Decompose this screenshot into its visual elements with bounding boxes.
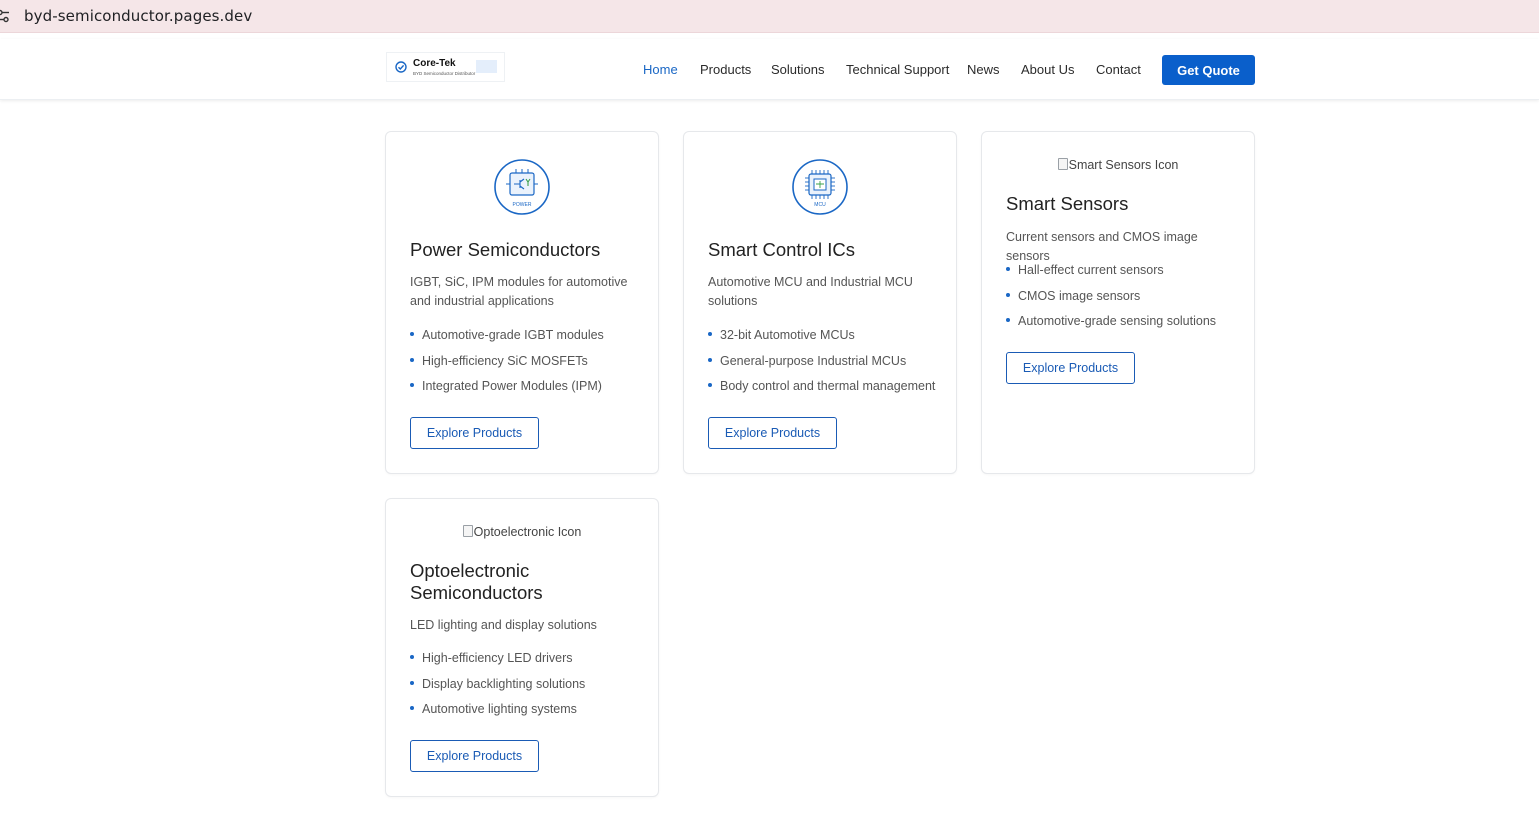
bullet-icon (410, 357, 414, 362)
bullet-icon (708, 357, 712, 362)
list-item: Automotive-grade sensing solutions (1006, 313, 1240, 339)
list-item: Automotive lighting systems (410, 701, 644, 727)
site-logo[interactable]: Core-Tek BYD Semiconductor Distributor (386, 52, 505, 82)
power-icon-caption: POWER (513, 202, 532, 208)
logo-placeholder-block (476, 60, 497, 73)
bullet-icon (410, 383, 414, 387)
nav-technical-support[interactable]: Technical Support (846, 62, 949, 77)
list-item: High-efficiency LED drivers (410, 650, 644, 676)
site-header: Core-Tek BYD Semiconductor Distributor H… (0, 39, 1539, 100)
broken-image-icon (462, 525, 473, 537)
tune-icon[interactable] (0, 9, 9, 23)
logo-subtitle: BYD Semiconductor Distributor (413, 71, 476, 76)
card-title: Smart Sensors (1006, 193, 1129, 214)
url-text[interactable]: byd-semiconductor.pages.dev (24, 7, 252, 25)
smart-sensors-broken-image-icon: Smart Sensors Icon (982, 158, 1254, 172)
bullet-icon (1006, 267, 1010, 271)
bullet-icon (1006, 292, 1010, 297)
explore-products-button[interactable]: Explore Products (410, 417, 539, 449)
bullet-icon (410, 706, 414, 710)
feature-list: Automotive-grade IGBT modules High-effic… (410, 327, 644, 404)
nav-news[interactable]: News (967, 62, 1000, 77)
list-item: General-purpose Industrial MCUs (708, 353, 942, 379)
card-title: Power Semiconductors (410, 239, 601, 260)
nav-contact[interactable]: Contact (1096, 62, 1141, 77)
explore-products-button[interactable]: Explore Products (410, 740, 539, 772)
list-item: High-efficiency SiC MOSFETs (410, 353, 644, 379)
card-description: Automotive MCU and Industrial MCU soluti… (708, 275, 913, 308)
product-card-control-ics: MCU Smart Control ICs Automotive MCU and… (683, 131, 957, 474)
logo-name: Core-Tek (413, 58, 456, 69)
feature-list: High-efficiency LED drivers Display back… (410, 650, 644, 727)
bullet-icon (410, 332, 414, 336)
card-description: LED lighting and display solutions (410, 618, 597, 632)
card-title: Smart Control ICs (708, 239, 856, 260)
list-item: Automotive-grade IGBT modules (410, 327, 644, 353)
get-quote-button[interactable]: Get Quote (1162, 55, 1255, 85)
list-item: Hall-effect current sensors (1006, 262, 1240, 288)
bullet-icon (1006, 318, 1010, 322)
product-card-power: POWER Power Semiconductors IGBT, SiC, IP… (385, 131, 659, 474)
explore-products-button[interactable]: Explore Products (1006, 352, 1135, 384)
optoelectronic-broken-image-icon: Optoelectronic Icon (386, 525, 658, 539)
product-card-optoelectronic: Optoelectronic Icon Optoelectronic Semic… (385, 498, 659, 797)
nav-about-us[interactable]: About Us (1021, 62, 1074, 77)
list-item: 32-bit Automotive MCUs (708, 327, 942, 353)
power-chip-icon: POWER (494, 159, 550, 215)
nav-solutions[interactable]: Solutions (771, 62, 824, 77)
list-item: Integrated Power Modules (IPM) (410, 378, 644, 404)
browser-url-bar[interactable]: byd-semiconductor.pages.dev (0, 0, 1539, 33)
list-item: Display backlighting solutions (410, 676, 644, 702)
explore-products-button[interactable]: Explore Products (708, 417, 837, 449)
mcu-chip-icon: MCU (792, 159, 848, 215)
product-card-smart-sensors: Smart Sensors Icon Smart Sensors Current… (981, 131, 1255, 474)
bullet-icon (410, 655, 414, 659)
card-icon-wrap: POWER (386, 158, 658, 216)
feature-list: Hall-effect current sensors CMOS image s… (1006, 262, 1240, 339)
card-title: Optoelectronic Semiconductors (410, 560, 543, 603)
list-item: CMOS image sensors (1006, 288, 1240, 314)
card-icon-wrap: MCU (684, 158, 956, 216)
bullet-icon (708, 332, 712, 336)
bullet-icon (410, 680, 414, 685)
card-description: Current sensors and CMOS image sensors (1006, 230, 1198, 263)
feature-list: 32-bit Automotive MCUs General-purpose I… (708, 327, 942, 404)
bullet-icon (708, 383, 712, 387)
broken-image-icon (1057, 158, 1068, 170)
mcu-icon-caption: MCU (814, 202, 826, 208)
nav-home[interactable]: Home (643, 62, 678, 77)
list-item: Body control and thermal management (708, 378, 942, 404)
card-description: IGBT, SiC, IPM modules for automotive an… (410, 275, 628, 308)
check-circle-icon (395, 61, 407, 73)
nav-products[interactable]: Products (700, 62, 751, 77)
